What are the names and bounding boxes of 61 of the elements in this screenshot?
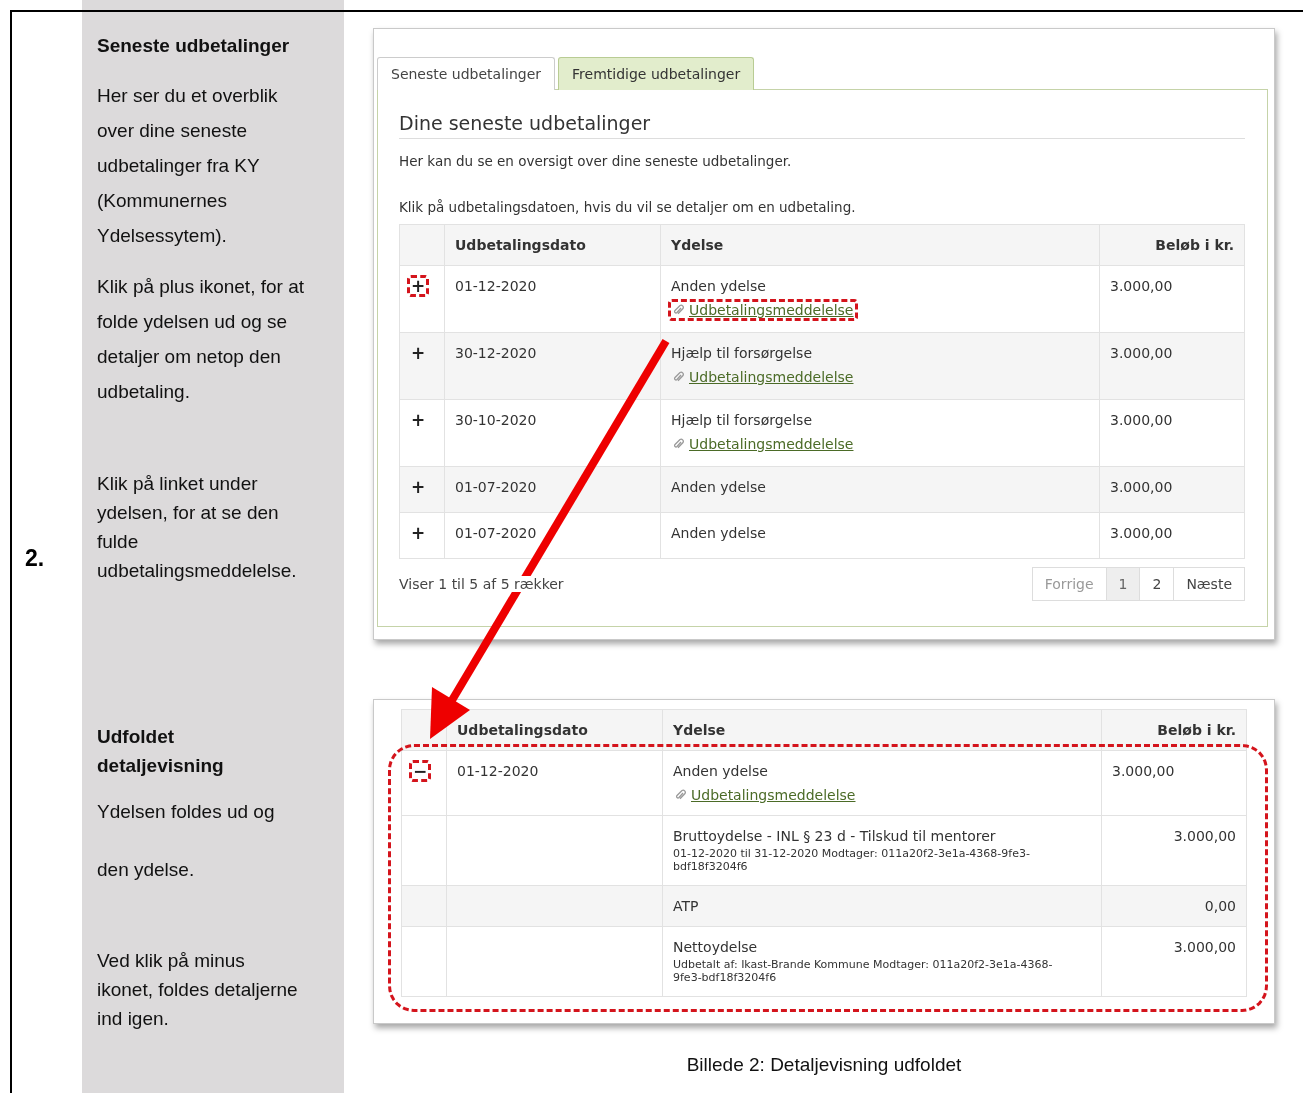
column-header: Ydelse — [660, 224, 1100, 266]
amount: 3.000,00 — [1112, 763, 1175, 779]
pagination-button[interactable]: 2 — [1139, 567, 1175, 601]
paperclip-icon — [673, 304, 684, 316]
tab[interactable]: Seneste udbetalinger — [377, 57, 556, 90]
note-heading: Udfoldet detaljevisning — [97, 725, 225, 778]
payment-date: 01-07-2020 — [455, 525, 537, 541]
amount: 3.000,00 — [1110, 479, 1173, 495]
intro-text: Her kan du se en oversigt over dine seneste udbetalinger. — [399, 153, 793, 169]
row-count-text: Viser 1 til 5 af 5 rækker — [399, 576, 564, 592]
note-text: den ydelse. — [97, 858, 196, 882]
pagination-button[interactable]: Næste — [1173, 567, 1245, 601]
intro-text: Klik på udbetalingsdatoen, hvis du vil se detaljer om en udbetaling. — [399, 199, 857, 215]
payment-date: 01-07-2020 — [455, 479, 537, 495]
benefit-name: Anden ydelse — [671, 278, 767, 294]
expand-toggle[interactable]: + — [407, 409, 430, 431]
amount: 3.000,00 — [1110, 278, 1173, 294]
paperclip-icon — [673, 438, 684, 450]
amount: 3.000,00 — [1110, 525, 1173, 541]
benefit-name: Anden ydelse — [671, 525, 767, 541]
detail-title: ATP — [673, 898, 700, 914]
benefit-name: Hjælp til forsørgelse — [671, 345, 814, 361]
amount: 0,00 — [1204, 898, 1236, 914]
paperclip-icon — [673, 371, 684, 383]
payment-notice-link[interactable]: Udbetalingsmeddelelse — [689, 369, 854, 385]
benefit-name: Anden ydelse — [673, 763, 769, 779]
amount: 3.000,00 — [1110, 345, 1173, 361]
figure-caption: Billede 2: Detaljevisning udfoldet — [685, 1054, 963, 1076]
note-heading: Seneste udbetalinger — [97, 34, 291, 58]
payment-date: 01-12-2020 — [455, 278, 537, 294]
column-header: Udbetalingsdato — [444, 224, 661, 266]
benefit-name: Hjælp til forsørgelse — [671, 412, 814, 428]
note-text: Ved klik på minus ikonet, foldes detaljerne ind igen. — [97, 949, 299, 1031]
note-text: Klik på plus ikonet, for at folde ydelsen ud og se detaljer om netop den udbetaling. — [97, 275, 305, 404]
amount: 3.000,00 — [1110, 412, 1173, 428]
column-header: Udbetalingsdato — [446, 709, 663, 751]
section-number: 2. — [25, 545, 45, 572]
note-text: Klik på linket under ydelsen, for at se den fulde udbetalingsmeddelelse. — [97, 472, 298, 583]
expand-toggle[interactable]: + — [407, 342, 430, 364]
payment-date: 30-12-2020 — [455, 345, 537, 361]
payment-notice-link[interactable]: Udbetalingsmeddelelse — [691, 787, 856, 803]
detail-subtitle: 01-12-2020 til 31-12-2020 Modtager: 011a20f2-3e1a-4368-9fe3-bdf18f3204f6 — [673, 847, 1031, 873]
payment-notice-link[interactable]: Udbetalingsmeddelelse — [689, 436, 854, 452]
amount: 3.000,00 — [1173, 828, 1236, 844]
payment-date: 30-10-2020 — [455, 412, 537, 428]
detail-subtitle: Udbetalt af: Ikast-Brande Kommune Modtager: 011a20f2-3e1a-4368-9fe3-bdf18f3204f6 — [673, 958, 1054, 984]
column-header: Beløb i kr. — [1101, 709, 1247, 751]
benefit-name: Anden ydelse — [671, 479, 767, 495]
section-title: Dine seneste udbetalinger — [399, 112, 1245, 139]
note-text: Her ser du et overblik over dine seneste udbetalinger fra KY (Kommunernes Ydelsessytem). — [97, 84, 279, 248]
paperclip-icon — [675, 789, 686, 801]
note-text: Ydelsen foldes ud og — [97, 800, 276, 824]
amount: 3.000,00 — [1173, 939, 1236, 955]
detail-title: Nettoydelse — [673, 939, 759, 955]
expand-toggle[interactable]: + — [407, 275, 430, 297]
expand-toggle[interactable]: − — [409, 760, 432, 782]
tab[interactable]: Fremtidige udbetalinger — [558, 57, 755, 90]
detail-title: Bruttoydelse - INL § 23 d - Tilskud til mentorer — [673, 828, 997, 844]
column-header: Beløb i kr. — [1099, 224, 1245, 266]
payment-date: 01-12-2020 — [457, 763, 539, 779]
column-header: Ydelse — [662, 709, 1102, 751]
